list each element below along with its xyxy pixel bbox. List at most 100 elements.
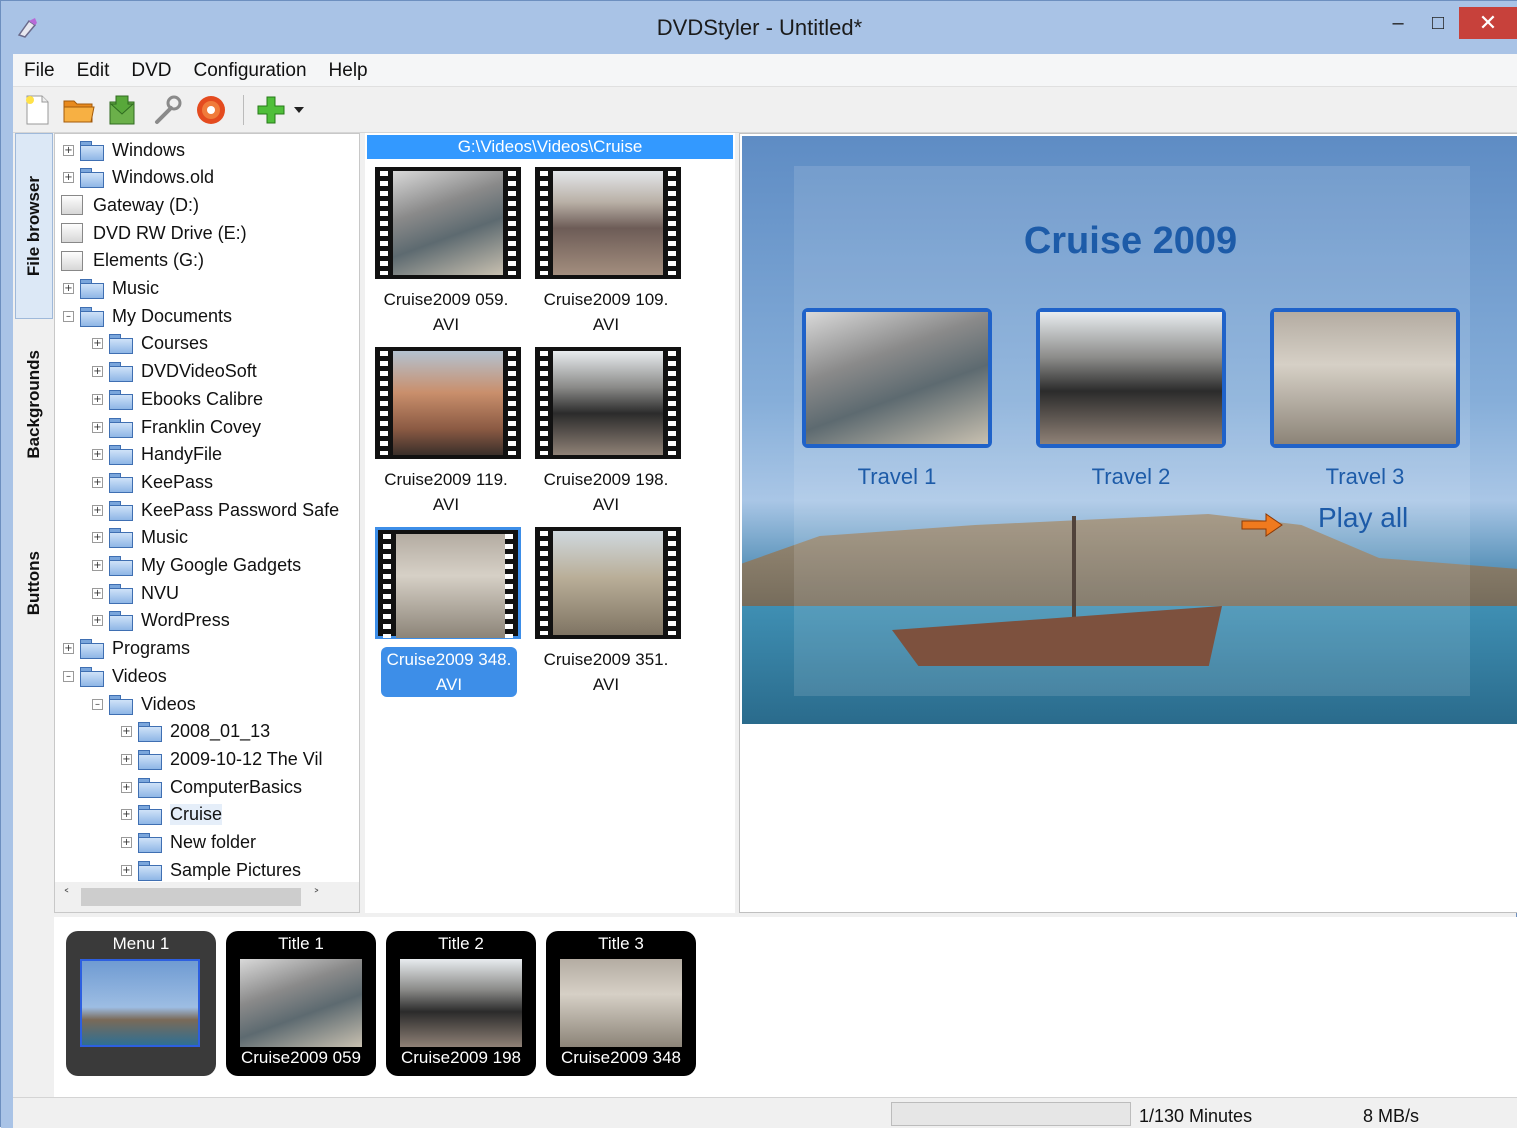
expand-icon[interactable]: +: [92, 338, 103, 350]
tree-item[interactable]: + HandyFile: [92, 442, 222, 468]
tree-item[interactable]: DVD RW Drive (E:): [61, 220, 247, 246]
tab-backgrounds[interactable]: Backgrounds: [15, 329, 53, 479]
dropdown-arrow-icon[interactable]: [289, 92, 309, 128]
tree-item[interactable]: – Videos: [92, 691, 196, 717]
close-button[interactable]: ✕: [1459, 7, 1517, 39]
minimize-button[interactable]: –: [1381, 7, 1415, 39]
expand-icon[interactable]: +: [92, 615, 103, 627]
tab-buttons[interactable]: Buttons: [15, 533, 53, 633]
tree-item[interactable]: + DVDVideoSoft: [92, 359, 257, 385]
expand-icon[interactable]: +: [121, 726, 132, 738]
menu-configuration[interactable]: Configuration: [183, 54, 318, 87]
tree-item[interactable]: + Windows.old: [63, 165, 214, 191]
collapse-icon[interactable]: –: [63, 310, 74, 322]
tree-item[interactable]: Elements (G:): [61, 248, 204, 274]
titleset-title[interactable]: Title 2 Cruise2009 198: [386, 931, 536, 1076]
tree-horizontal-scrollbar[interactable]: ˂ ˃: [55, 882, 359, 912]
file-thumbnail[interactable]: Cruise2009 059. AVI: [367, 167, 521, 343]
tab-file-browser[interactable]: File browser: [15, 133, 53, 319]
tree-item[interactable]: Gateway (D:): [61, 192, 199, 218]
open-folder-icon[interactable]: [61, 92, 97, 128]
video-thumbnail-image: [393, 171, 503, 275]
tree-item[interactable]: + Cruise: [121, 802, 223, 828]
play-all-arrow-icon[interactable]: [1240, 512, 1284, 538]
expand-icon[interactable]: +: [121, 864, 132, 876]
tree-item[interactable]: + Sample Pictures: [121, 857, 301, 883]
settings-wrench-icon[interactable]: [149, 92, 185, 128]
menu-label-travel-2[interactable]: Travel 2: [1036, 464, 1226, 490]
menu-edit[interactable]: Edit: [66, 54, 121, 87]
burn-disc-icon[interactable]: [193, 92, 229, 128]
menu-label-travel-3[interactable]: Travel 3: [1270, 464, 1460, 490]
titleset-title[interactable]: Title 3 Cruise2009 348: [546, 931, 696, 1076]
new-file-icon[interactable]: [19, 92, 55, 128]
menu-canvas[interactable]: Cruise 2009 Travel 1 Travel 2 Travel 3 P…: [742, 136, 1517, 724]
menu-dvd[interactable]: DVD: [120, 54, 182, 87]
tree-item[interactable]: + My Google Gadgets: [92, 553, 301, 579]
expand-icon[interactable]: +: [121, 809, 132, 821]
menu-button-travel-2[interactable]: [1036, 308, 1226, 448]
expand-icon[interactable]: +: [92, 587, 103, 599]
tree-item-label: DVDVideoSoft: [141, 361, 257, 382]
tree-item[interactable]: +2008_01_13: [121, 719, 270, 745]
tree-item[interactable]: – Videos: [63, 663, 167, 689]
tree-item[interactable]: + WordPress: [92, 608, 230, 634]
expand-icon[interactable]: +: [92, 366, 103, 378]
menu-button-travel-1[interactable]: [802, 308, 992, 448]
tree-item-label: Cruise: [170, 804, 223, 826]
scroll-right-icon[interactable]: ˃: [313, 888, 320, 904]
file-thumbnail[interactable]: Cruise2009 198. AVI: [527, 347, 681, 523]
file-thumbnail[interactable]: Cruise2009 109. AVI: [527, 167, 681, 343]
expand-icon[interactable]: +: [63, 144, 74, 156]
expand-icon[interactable]: +: [121, 781, 132, 793]
tree-item[interactable]: +2009-10-12 The Vil: [121, 746, 322, 772]
play-all-button[interactable]: Play all: [1318, 502, 1408, 534]
expand-icon[interactable]: +: [63, 172, 74, 184]
tree-item[interactable]: + NVU: [92, 580, 179, 606]
file-name-base: Cruise2009 109.: [543, 290, 669, 309]
add-icon[interactable]: [253, 92, 289, 128]
tree-item[interactable]: + KeePass: [92, 469, 213, 495]
menu-file[interactable]: File: [13, 54, 66, 87]
expand-icon[interactable]: +: [63, 643, 74, 655]
expand-icon[interactable]: +: [92, 560, 103, 571]
menu-bar: File Edit DVD Configuration Help: [13, 54, 1517, 87]
menu-title[interactable]: Cruise 2009: [742, 220, 1517, 263]
titleset-title[interactable]: Title 1 Cruise2009 059: [226, 931, 376, 1076]
maximize-button[interactable]: □: [1421, 7, 1455, 39]
expand-icon[interactable]: +: [63, 283, 74, 294]
tree-item[interactable]: + Franklin Covey: [92, 414, 261, 440]
file-thumbnail[interactable]: Cruise2009 351. AVI: [527, 527, 681, 703]
titleset-menu[interactable]: Menu 1: [66, 931, 216, 1076]
expand-icon[interactable]: +: [92, 393, 103, 405]
tree-item[interactable]: – My Documents: [63, 303, 232, 329]
file-thumbnail[interactable]: Cruise2009 119. AVI: [367, 347, 521, 523]
tree-item[interactable]: + KeePass Password Safe: [92, 497, 339, 523]
tree-item[interactable]: + Windows: [63, 137, 185, 163]
tree-item[interactable]: + Music: [63, 276, 159, 302]
tree-item[interactable]: + New folder: [121, 830, 256, 856]
tree-item[interactable]: + Programs: [63, 636, 190, 662]
collapse-icon[interactable]: –: [63, 670, 74, 682]
tree-item[interactable]: + Courses: [92, 331, 208, 357]
tree-item[interactable]: + ComputerBasics: [121, 774, 302, 800]
expand-icon[interactable]: +: [92, 476, 103, 488]
menu-help[interactable]: Help: [318, 54, 379, 87]
expand-icon[interactable]: +: [92, 532, 103, 544]
expand-icon[interactable]: +: [121, 753, 132, 765]
scroll-thumb-horizontal[interactable]: [81, 888, 301, 906]
expand-icon[interactable]: +: [121, 837, 132, 848]
expand-icon[interactable]: +: [92, 504, 103, 516]
collapse-icon[interactable]: –: [92, 698, 103, 710]
menu-button-travel-3[interactable]: [1270, 308, 1460, 448]
tree-item[interactable]: + Music: [92, 525, 188, 551]
expand-icon[interactable]: +: [92, 449, 103, 461]
file-thumbnail[interactable]: Cruise2009 348. AVI: [367, 527, 521, 703]
tree-item-label: Music: [141, 527, 189, 548]
expand-icon[interactable]: +: [92, 421, 103, 433]
titleset-item-file: Cruise2009 198: [400, 1048, 522, 1067]
tree-item[interactable]: + Ebooks Calibre: [92, 386, 263, 412]
scroll-left-icon[interactable]: ˂: [63, 888, 70, 904]
save-icon[interactable]: [105, 92, 141, 128]
menu-label-travel-1[interactable]: Travel 1: [802, 464, 992, 490]
